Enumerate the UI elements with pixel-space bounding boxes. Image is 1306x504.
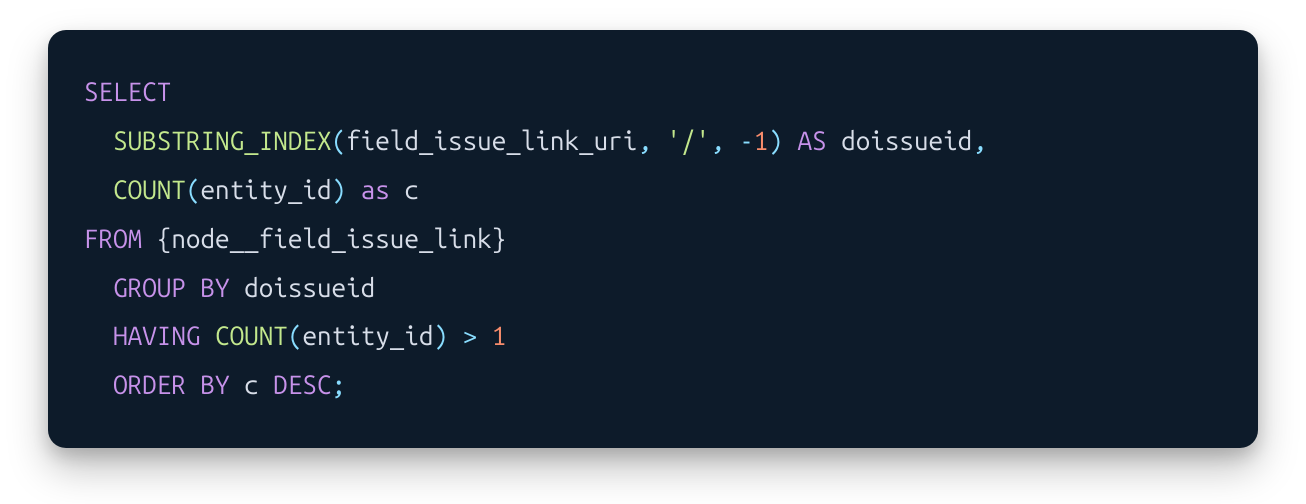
comma: ,	[972, 126, 987, 155]
line-6: HAVING COUNT(entity_id) > 1	[84, 321, 506, 350]
identifier-doissueid: doissueid	[244, 273, 375, 302]
table-name: {node__field_issue_link}	[157, 224, 506, 253]
line-3: COUNT(entity_id) as c	[84, 175, 419, 204]
alias-doissueid: doissueid	[841, 126, 972, 155]
identifier-entity-id: entity_id	[201, 175, 332, 204]
identifier-field-issue-link-uri: field_issue_link_uri	[346, 126, 637, 155]
paren-open: (	[332, 126, 347, 155]
keyword-having: HAVING	[113, 321, 200, 350]
keyword-order-by: ORDER BY	[113, 370, 229, 399]
line-5: GROUP BY doissueid	[84, 273, 375, 302]
sql-code-block: SELECT SUBSTRING_INDEX(field_issue_link_…	[48, 30, 1258, 448]
line-1: SELECT	[84, 77, 171, 106]
line-2: SUBSTRING_INDEX(field_issue_link_uri, '/…	[84, 126, 987, 155]
line-4: FROM {node__field_issue_link}	[84, 224, 506, 253]
keyword-from: FROM	[84, 224, 142, 253]
paren-close: )	[332, 175, 347, 204]
paren-close: )	[768, 126, 783, 155]
keyword-group-by: GROUP BY	[113, 273, 229, 302]
operator-gt: >	[463, 321, 478, 350]
function-substring-index: SUBSTRING_INDEX	[113, 126, 331, 155]
keyword-desc: DESC	[273, 370, 331, 399]
paren-open: (	[288, 321, 303, 350]
keyword-as: as	[361, 175, 390, 204]
negative-sign: -	[739, 126, 754, 155]
identifier-entity-id: entity_id	[302, 321, 433, 350]
identifier-c: c	[244, 370, 259, 399]
keyword-select: SELECT	[84, 77, 171, 106]
paren-close: )	[433, 321, 448, 350]
paren-open: (	[186, 175, 201, 204]
string-slash: '/'	[666, 126, 710, 155]
comma: ,	[637, 126, 652, 155]
comma: ,	[710, 126, 725, 155]
function-count: COUNT	[215, 321, 288, 350]
keyword-as: AS	[797, 126, 826, 155]
number-neg-1: 1	[754, 126, 769, 155]
function-count: COUNT	[113, 175, 186, 204]
number-1: 1	[492, 321, 507, 350]
semicolon: ;	[332, 370, 347, 399]
line-7: ORDER BY c DESC;	[84, 370, 346, 399]
alias-c: c	[404, 175, 419, 204]
